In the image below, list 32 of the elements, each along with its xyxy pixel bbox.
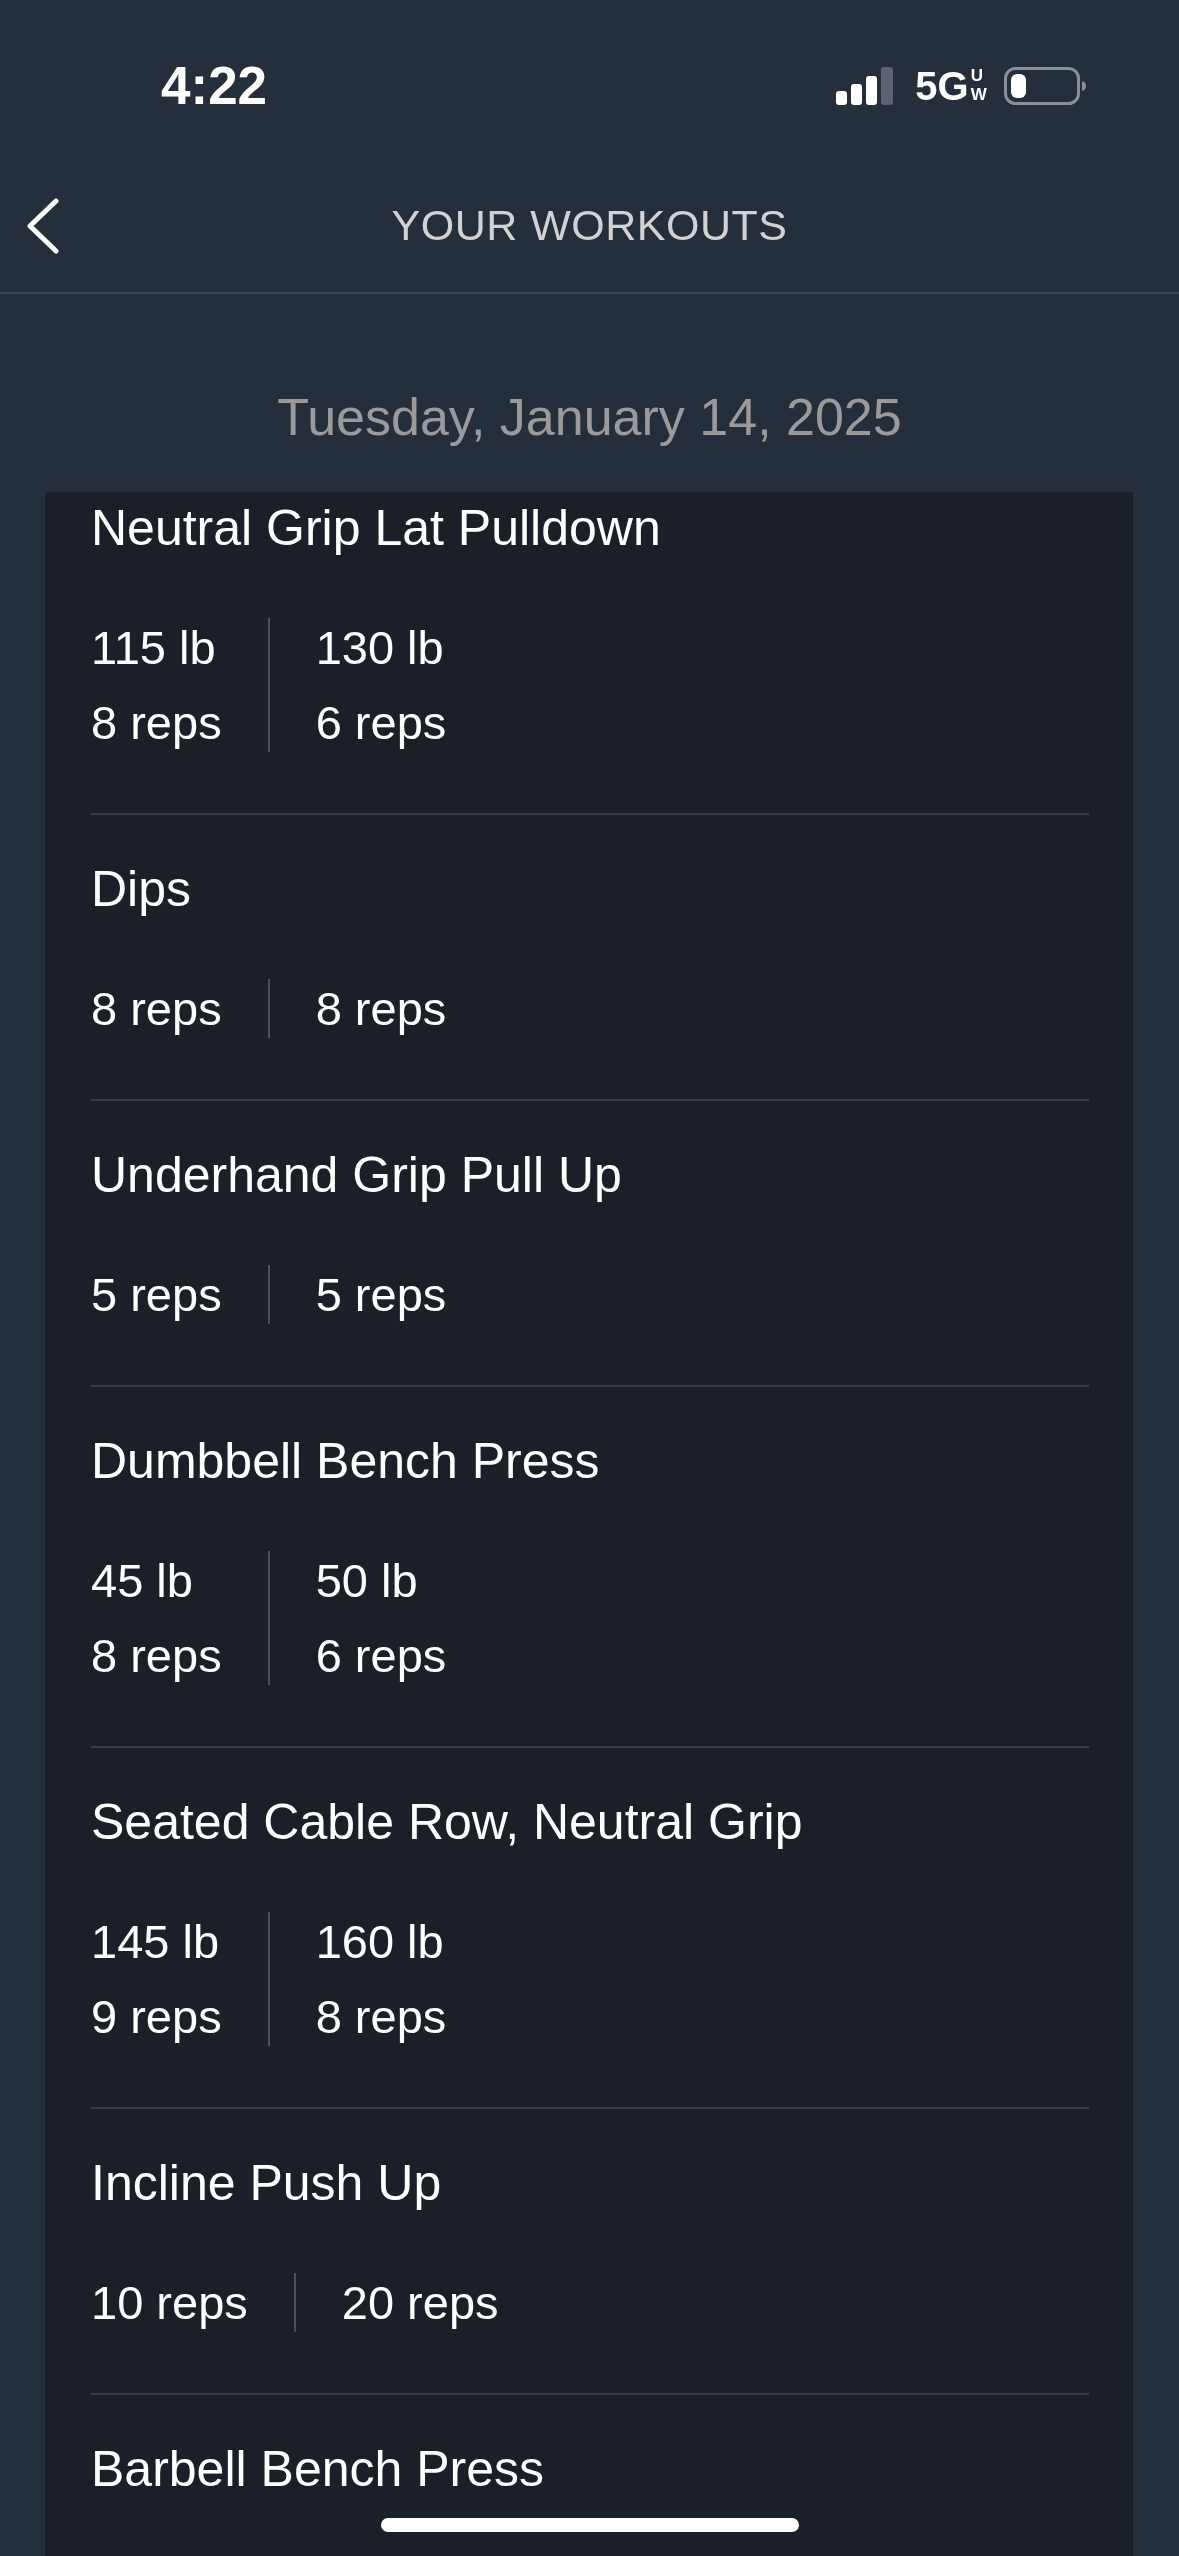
- set-weight: 115 lb: [91, 620, 216, 676]
- set-reps: 8 reps: [91, 695, 222, 751]
- set-reps: 8 reps: [315, 981, 447, 1037]
- exercise-name: Seated Cable Row, Neutral Grip: [91, 1793, 803, 1852]
- set-reps: 6 reps: [315, 1628, 447, 1684]
- exercise-name: Incline Push Up: [91, 2154, 442, 2213]
- exercise-name: Barbell Bench Press: [91, 2440, 544, 2499]
- set-reps: 8 reps: [91, 981, 222, 1037]
- exercise-name: Dips: [91, 860, 192, 919]
- exercise-name: Dumbbell Bench Press: [91, 1432, 600, 1491]
- workout-date: Tuesday, January 14, 2025: [277, 387, 902, 447]
- exercise-name: Underhand Grip Pull Up: [91, 1146, 622, 1205]
- set-weight: 160 lb: [315, 1914, 444, 1970]
- status-time: 4:22: [161, 55, 268, 117]
- set-weight: 45 lb: [91, 1553, 193, 1609]
- back-button[interactable]: [26, 198, 60, 254]
- set-reps: 5 reps: [315, 1267, 447, 1323]
- battery-icon: [1004, 67, 1086, 105]
- set-reps: 5 reps: [91, 1267, 222, 1323]
- set-weight: 130 lb: [315, 620, 444, 676]
- exercise-name: Neutral Grip Lat Pulldown: [91, 499, 661, 558]
- set-reps: 9 reps: [91, 1989, 222, 2045]
- signal-strength-icon: [836, 67, 894, 105]
- set-reps: 10 reps: [91, 2275, 248, 2331]
- set-reps: 20 reps: [341, 2275, 499, 2331]
- page-title: YOUR WORKOUTS: [391, 200, 788, 252]
- set-weight: 50 lb: [315, 1553, 418, 1609]
- set-reps: 8 reps: [315, 1989, 447, 2045]
- set-reps: 6 reps: [315, 695, 447, 751]
- set-reps: 8 reps: [91, 1628, 222, 1684]
- set-weight: 145 lb: [91, 1914, 220, 1970]
- chevron-left-icon: [26, 198, 60, 254]
